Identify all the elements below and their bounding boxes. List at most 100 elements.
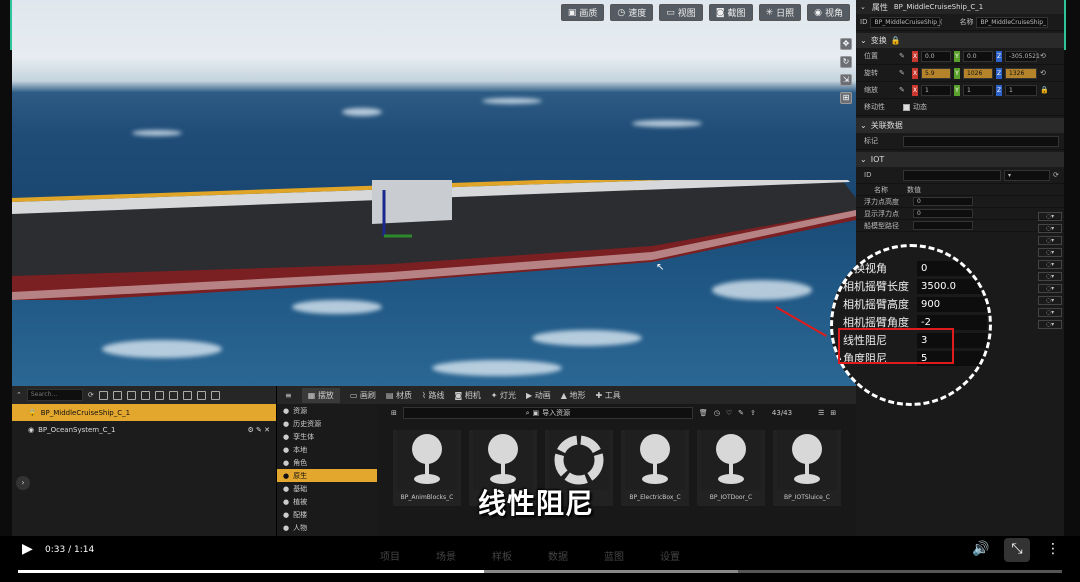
row-menu-icon[interactable]: ◌▾: [1038, 308, 1062, 317]
node-icon[interactable]: ⊞: [391, 409, 397, 417]
iot-row-value[interactable]: [913, 221, 973, 230]
select-icon[interactable]: [112, 390, 122, 400]
tab-animation[interactable]: ▶ 动画: [526, 390, 551, 401]
share-icon[interactable]: ⇪: [750, 409, 756, 417]
reset-icon[interactable]: ✎: [899, 86, 909, 94]
trash-icon[interactable]: 🗑: [699, 409, 708, 417]
id-field[interactable]: BP_MiddleCruiseShip_(: [870, 16, 942, 28]
asset-tile[interactable]: BP_IOTDoor_C: [697, 430, 765, 506]
name-field[interactable]: BP_MiddleCruiseShip_: [976, 16, 1049, 28]
tab-material[interactable]: ▤ 材质: [386, 390, 412, 401]
exit-fullscreen-icon[interactable]: ⤡: [1004, 538, 1030, 562]
clock-icon[interactable]: ◷: [714, 409, 720, 417]
tab-brush[interactable]: ▭ 画刷: [350, 390, 376, 401]
screenshot-button[interactable]: ◙ 截图: [708, 4, 753, 21]
scale-z[interactable]: 1: [1005, 84, 1037, 96]
perspective-button[interactable]: ◉ 视角: [807, 4, 850, 21]
row-menu-icon[interactable]: ◌▾: [1038, 236, 1062, 245]
tree-item[interactable]: ● 原生: [277, 469, 377, 482]
row-menu-icon[interactable]: ◌▾: [1038, 212, 1062, 221]
square-icon[interactable]: [168, 390, 178, 400]
speed-button[interactable]: ◷ 速度: [610, 4, 654, 21]
box-icon[interactable]: [154, 390, 164, 400]
import-assets-field[interactable]: ⌕ ▣ 导入资源: [402, 407, 693, 419]
tree-item[interactable]: ● 基础: [277, 482, 377, 495]
iot-row-value[interactable]: 0: [913, 197, 973, 206]
tab-tools[interactable]: ✚ 工具: [595, 390, 620, 401]
lock-icon[interactable]: 🔒: [1040, 86, 1049, 94]
edit-icon[interactable]: ✎: [738, 409, 744, 417]
tab-camera[interactable]: ◙ 相机: [454, 390, 480, 401]
scene-viewport[interactable]: ▣ 画质 ◷ 速度 ▭ 视图 ◙ 截图 ✳ 日照 ◉ 视角 ✥ ↻ ⇲ ⊞ ↖: [12, 0, 856, 386]
iot-id-dropdown[interactable]: ▾: [1004, 169, 1050, 181]
tab-route[interactable]: ⌇ 路线: [422, 390, 444, 401]
outliner-search-input[interactable]: Search...: [26, 389, 83, 401]
rotate-tool-icon[interactable]: ↻: [840, 56, 852, 68]
tree-item[interactable]: ● 人物: [277, 521, 377, 534]
tree-item[interactable]: ● 资源: [277, 404, 377, 417]
volume-icon[interactable]: 🔊: [972, 541, 989, 557]
rotation-x[interactable]: 5.9: [921, 67, 951, 79]
folder-icon[interactable]: [140, 390, 150, 400]
refresh-icon[interactable]: ⟳: [1053, 171, 1059, 179]
more-options-icon[interactable]: ⋮: [1046, 541, 1060, 557]
tab-light[interactable]: ✦ 灯光: [491, 390, 516, 401]
scale-x[interactable]: 1: [921, 84, 951, 96]
refresh-icon[interactable]: ⟳: [88, 391, 94, 399]
row-menu-icon[interactable]: ◌▾: [1038, 248, 1062, 257]
tag-field[interactable]: [903, 135, 1059, 147]
outliner-item[interactable]: ◉ BP_OceanSystem_C_1 ⚙ ✎ ✕: [12, 421, 276, 438]
row-menu-icon[interactable]: ◌▾: [1038, 272, 1062, 281]
mobility-checkbox[interactable]: [903, 103, 910, 111]
list-view-icon[interactable]: ☰: [818, 409, 824, 417]
reset-arrow-icon[interactable]: ⟲: [1040, 52, 1046, 60]
row-menu-icon[interactable]: ◌▾: [1038, 224, 1062, 233]
grid-view-icon[interactable]: ⊞: [830, 409, 836, 417]
expand-arrow-icon[interactable]: ›: [16, 476, 30, 490]
row-menu-icon[interactable]: ◌▾: [1038, 284, 1062, 293]
sunlight-button[interactable]: ✳ 日照: [758, 4, 802, 21]
row-actions-icon[interactable]: ⚙ ✎ ✕: [248, 426, 276, 434]
tab-terrain[interactable]: ▲ 地形: [561, 390, 586, 401]
location-y[interactable]: 0.0: [963, 50, 993, 62]
reset-icon[interactable]: ✎: [899, 69, 909, 77]
row-menu-icon[interactable]: ◌▾: [1038, 296, 1062, 305]
tree-item[interactable]: ● 角色: [277, 456, 377, 469]
asset-tile[interactable]: BP_AnimBlocks_C: [393, 430, 461, 506]
play-icon[interactable]: ▶: [22, 541, 33, 557]
iot-id-field[interactable]: [903, 169, 1001, 181]
collapse-icon[interactable]: ⌃: [16, 391, 22, 399]
image-icon[interactable]: [126, 390, 136, 400]
heart-icon[interactable]: ♡: [726, 409, 732, 417]
layout-icon[interactable]: [182, 390, 192, 400]
menu-icon[interactable]: ≡: [285, 391, 292, 400]
scale-tool-icon[interactable]: ⇲: [840, 74, 852, 86]
related-data-section[interactable]: ⌄ 关联数据: [856, 118, 1064, 133]
rotation-z[interactable]: 1326: [1005, 67, 1037, 79]
tree-item[interactable]: ● 孪生体: [277, 430, 377, 443]
tree-item[interactable]: ● 植被: [277, 495, 377, 508]
row-menu-icon[interactable]: ◌▾: [1038, 260, 1062, 269]
asset-tile[interactable]: BP_IOTSluice_C: [773, 430, 841, 506]
progress-bar[interactable]: [18, 570, 1062, 573]
snap-tool-icon[interactable]: ⊞: [840, 92, 852, 104]
quality-button[interactable]: ▣ 画质: [560, 4, 605, 21]
grid-icon[interactable]: [210, 390, 220, 400]
tree-item[interactable]: ● 本地: [277, 443, 377, 456]
location-z[interactable]: -305.0521: [1005, 50, 1040, 62]
iot-section[interactable]: ⌄ IOT: [856, 152, 1064, 167]
reset-icon[interactable]: ✎: [899, 52, 909, 60]
asset-tile[interactable]: BP_ElectricBox_C: [621, 430, 689, 506]
view-button[interactable]: ▭ 视图: [659, 4, 703, 21]
tree-item[interactable]: ● 历史资源: [277, 417, 377, 430]
tree-item[interactable]: ● 配楼: [277, 508, 377, 521]
row-menu-icon[interactable]: ◌▾: [1038, 320, 1062, 329]
list-icon[interactable]: [196, 390, 206, 400]
rotation-y[interactable]: 1026: [963, 67, 993, 79]
ship-model[interactable]: [12, 180, 856, 300]
scale-y[interactable]: 1: [963, 84, 993, 96]
iot-row-value[interactable]: 0: [913, 209, 973, 218]
transform-section[interactable]: ⌄ 变换 🔒: [856, 33, 1064, 48]
reset-arrow-icon[interactable]: ⟲: [1040, 69, 1046, 77]
outliner-item[interactable]: 🔒 BP_MiddleCruiseShip_C_1: [12, 404, 276, 421]
